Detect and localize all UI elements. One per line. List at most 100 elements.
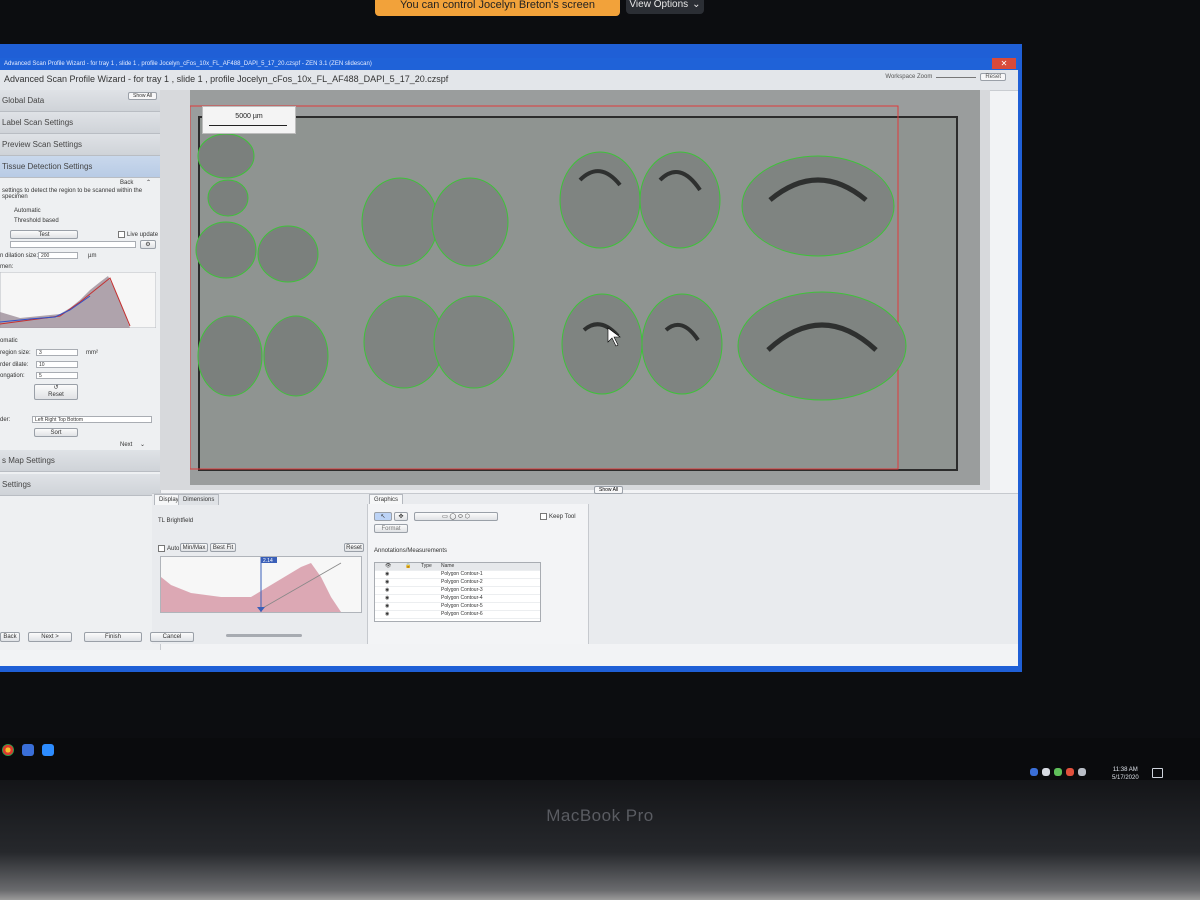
view-options-button[interactable]: View Options ⌄ [626,0,704,14]
table-row[interactable]: ◉ Polygon Contour-3 [375,587,540,595]
laptop-brand: MacBook Pro [546,806,654,825]
eye-icon[interactable]: ◉ [385,579,389,586]
automatic-label: omatic [0,338,18,344]
tray-app-icon[interactable] [1054,768,1062,776]
section-settings[interactable]: Settings [0,474,160,496]
show-all-button[interactable]: Show All [594,486,624,494]
histogram-label: men: [0,264,14,270]
chevron-up-icon[interactable]: ⌃ [146,179,151,186]
test-button[interactable]: Test [10,230,78,239]
graphics-pane: ↖ ✥ ▭ ◯ ⬭ ⬡ Format Keep Tool Annotations… [367,504,589,644]
horizontal-scrollbar[interactable] [226,634,302,637]
back-link[interactable]: Back [120,180,133,186]
image-viewer[interactable]: 5000 µm [160,90,990,490]
keep-tool-checkbox[interactable]: Keep Tool [540,513,576,520]
eye-icon[interactable]: ◉ [385,587,389,594]
scale-bar-label: 5000 µm [235,113,263,120]
shape-tools[interactable]: ▭ ◯ ⬭ ⬡ [414,512,498,521]
tray-zoom-icon[interactable] [1030,768,1038,776]
section-label-scan[interactable]: Label Scan Settings [0,112,160,134]
annotations-title: Annotations/Measurements [374,548,448,554]
reset-button[interactable]: ↺ Reset [34,384,78,400]
window-titlebar[interactable]: Advanced Scan Profile Wizard - for tray … [0,58,1018,70]
finish-button[interactable]: Finish [84,632,142,642]
checkbox-icon [158,545,165,552]
tab-dimensions[interactable]: Dimensions [178,494,220,505]
pan-tool-icon[interactable]: ✥ [394,512,408,521]
preview-image[interactable]: 5000 µm [190,90,980,485]
notification-icon[interactable] [1152,768,1163,778]
zoom-meeting-icon[interactable] [42,744,54,756]
clock-time: 11:38 AM [1112,767,1138,773]
next-button[interactable]: Next > [28,632,72,642]
gear-icon[interactable]: ⚙ [140,240,156,249]
mode-threshold[interactable]: Threshold based [14,218,59,224]
region-size-input[interactable]: 3 [36,349,78,356]
show-all-button[interactable]: Show All [128,92,158,100]
live-update-checkbox[interactable]: Live update [118,231,158,238]
border-dilate-input[interactable]: 10 [36,361,78,368]
display-histogram[interactable]: 2.14 [160,556,362,613]
tray-network-icon[interactable] [1042,768,1050,776]
elongation-input[interactable]: 5 [36,372,78,379]
eye-icon[interactable]: ◉ [385,571,389,578]
tissue-contour [361,177,439,267]
table-row[interactable]: ◉ Polygon Contour-1 [375,571,540,579]
tissue-overlay [190,105,907,470]
lock-icon: 🔒 [405,563,412,569]
row-name: Polygon Contour-4 [441,595,483,601]
best-fit-button[interactable]: Best Fit [210,543,236,552]
live-update-label: Live update [127,231,159,238]
profile-select[interactable] [10,241,136,248]
annotations-table[interactable]: 👁 🔒 Type Name ◉ Polygon Contour-1 ◉ Polygo… [374,562,541,622]
tray-alert-icon[interactable] [1066,768,1074,776]
eye-icon[interactable]: ◉ [385,611,389,618]
wizard-footer: Back Next > Finish Cancel [0,628,1018,648]
checkbox-icon [118,231,125,238]
table-row[interactable]: ◉ Polygon Contour-6 [375,611,540,619]
tray-volume-icon[interactable] [1078,768,1086,776]
tissue-histogram[interactable] [0,272,156,328]
eye-icon[interactable]: ◉ [385,595,389,602]
section-preview-scan[interactable]: Preview Scan Settings [0,134,160,156]
workspace-zoom-slider[interactable] [936,76,977,78]
table-row[interactable]: ◉ Polygon Contour-5 [375,603,540,611]
chevron-down-icon[interactable]: ⌄ [140,441,145,448]
chrome-icon[interactable] [2,744,14,756]
zoom-app-icon[interactable] [22,744,34,756]
close-icon[interactable]: ✕ [992,58,1016,69]
window-title: Advanced Scan Profile Wizard - for tray … [4,61,372,67]
eye-icon[interactable]: ◉ [385,603,389,610]
next-link[interactable]: Next [120,442,132,448]
min-max-button[interactable]: Min/Max [180,543,208,552]
zoom-control-banner: You can control Jocelyn Breton's screen [375,0,620,16]
tissue-contour [561,293,643,395]
tissue-contour [263,315,329,397]
format-button[interactable]: Format [374,524,408,533]
table-row[interactable]: ◉ Polygon Contour-2 [375,579,540,587]
tissue-contour [431,177,509,267]
section-map-settings[interactable]: s Map Settings [0,450,160,472]
row-name: Polygon Contour-6 [441,611,483,617]
order-select[interactable]: Left Right Top Bottom [32,416,152,423]
workspace-zoom-reset-button[interactable]: Reset [980,73,1006,81]
order-label: der: [0,417,11,423]
bottom-panes: Display Dimensions Graphics Show All TL … [152,486,1018,644]
row-name: Polygon Contour-3 [441,587,483,593]
back-button[interactable]: Back [0,632,20,642]
display-reset-button[interactable]: Reset [344,543,364,552]
channel-label: TL Brightfield [158,518,194,524]
table-row[interactable]: ◉ Polygon Contour-4 [375,595,540,603]
auto-checkbox[interactable]: Auto [158,545,179,552]
elongation-label: ongation: [0,373,25,379]
tissue-contour [559,151,641,249]
sort-button[interactable]: Sort [34,428,78,437]
dilation-input[interactable]: 200 [38,252,78,259]
histogram-fill [161,563,341,612]
cancel-button[interactable]: Cancel [150,632,194,642]
mode-automatic[interactable]: Automatic [14,208,41,214]
section-tissue-detection[interactable]: Tissue Detection Settings [0,156,160,178]
tissue-contour [639,151,721,249]
pointer-tool-icon[interactable]: ↖ [374,512,392,521]
border-dilate-label: rder dilate: [0,362,29,368]
